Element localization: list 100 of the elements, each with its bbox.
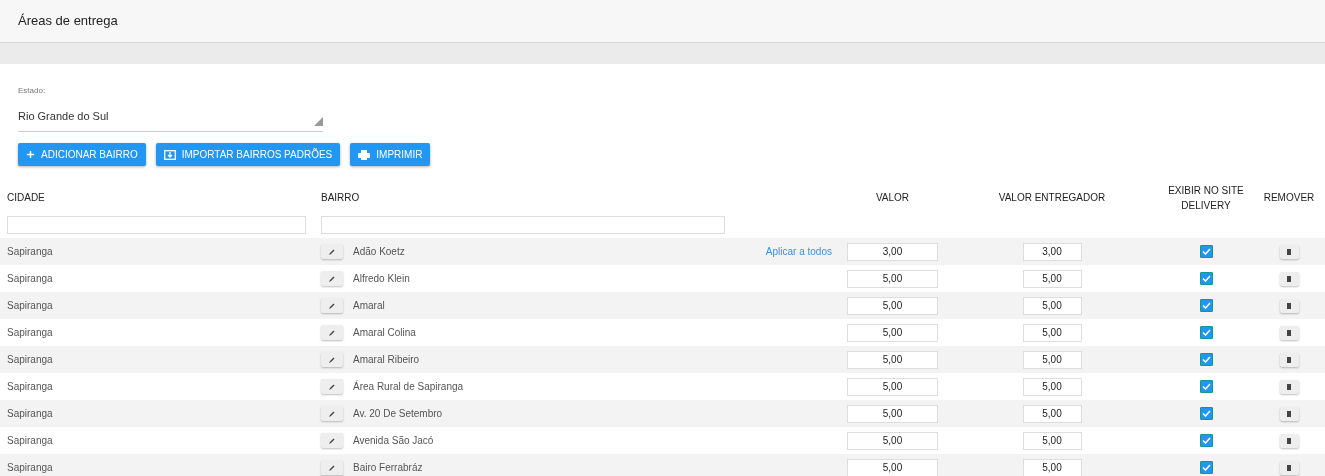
remove-button[interactable] [1279,325,1299,340]
trash-icon [1287,275,1291,282]
check-icon [1201,302,1211,309]
column-header: REMOVER [1262,191,1316,205]
price-field[interactable]: 5,00 [847,350,938,369]
price-field[interactable]: 5,00 [847,296,938,315]
trash-icon [1287,302,1291,309]
check-icon [1201,356,1211,363]
neighborhood-cell-text: Bairo Ferrabráz [353,461,423,475]
filter-field[interactable] [321,216,725,234]
price-field[interactable]: 5,00 [847,431,938,450]
city-cell-text: Sapiranga [6,461,54,475]
courier-price-field[interactable]: 5,00 [1022,377,1082,396]
edit-button[interactable] [321,271,343,286]
checkbox[interactable] [1199,299,1213,312]
column-header: EXIBIR NO SITE DELIVERY [1167,183,1245,213]
edit-button[interactable] [321,244,343,259]
city-cell-text: Sapiranga [6,380,54,394]
price-field[interactable]: 3,00 [847,242,938,261]
city-cell-text: Sapiranga [6,272,54,286]
page-title: Áreas de entrega [18,12,118,31]
courier-price-field[interactable]: 5,00 [1022,404,1082,423]
courier-price-field[interactable]: 5,00 [1022,269,1082,288]
check-icon [1201,329,1211,336]
dropdown-triangle-icon [314,117,323,126]
courier-price-field[interactable]: 3,00 [1022,242,1082,261]
pencil-icon [329,410,335,417]
select-value: Rio Grande do Sul [18,110,109,122]
pencil-icon [329,248,335,255]
check-icon [1201,410,1211,417]
checkbox[interactable] [1199,434,1213,447]
edit-button[interactable] [321,379,343,394]
check-icon [1201,437,1211,444]
neighborhood-cell-text: Av. 20 De Setembro [353,407,443,421]
state-select[interactable]: Estado: Rio Grande do Sul [18,85,323,132]
trash-icon [1287,248,1291,255]
checkbox[interactable] [1199,407,1213,420]
trash-icon [1287,464,1291,471]
checkbox[interactable] [1199,326,1213,339]
edit-button[interactable] [321,406,343,421]
neighborhood-cell-text: Amaral Ribeiro [353,353,420,367]
check-icon [1201,248,1211,255]
edit-button[interactable] [321,433,343,448]
price-field[interactable]: 5,00 [847,377,938,396]
checkbox[interactable] [1199,353,1213,366]
column-header: CIDADE [6,191,46,205]
remove-button[interactable] [1279,379,1299,394]
neighborhood-cell: Área Rural de Sapiranga [353,379,464,394]
courier-price-field[interactable]: 5,00 [1022,296,1082,315]
pencil-icon [329,302,335,309]
edit-button[interactable] [321,325,343,340]
check-icon [1201,275,1211,282]
neighborhood-cell-text: Avenida São Jacó [353,434,434,448]
plus-icon [26,150,35,159]
remove-button[interactable] [1279,433,1299,448]
checkbox[interactable] [1199,461,1213,474]
column-header: VALOR [874,191,911,205]
pencil-icon [329,356,335,363]
city-cell-text: Sapiranga [6,245,54,259]
remove-button[interactable] [1279,244,1299,259]
courier-price-field[interactable]: 5,00 [1022,350,1082,369]
download-box-icon [163,149,176,160]
check-icon [1201,383,1211,390]
remove-button[interactable] [1279,271,1299,286]
neighborhood-cell-text: Adão Koetz [353,245,405,259]
check-icon [1201,464,1211,471]
column-header: VALOR ENTREGADOR [997,191,1107,205]
courier-price-field[interactable]: 5,00 [1022,458,1082,476]
remove-button[interactable] [1279,460,1299,475]
pencil-icon [329,437,335,444]
remove-button[interactable] [1279,298,1299,313]
pencil-icon [329,329,335,336]
price-field[interactable]: 5,00 [847,269,938,288]
edit-button[interactable] [321,460,343,475]
pencil-icon [329,383,335,390]
trash-icon [1287,329,1291,336]
trash-icon [1287,383,1291,390]
city-cell-text: Sapiranga [6,299,54,313]
city-cell-text: Sapiranga [6,434,54,448]
neighborhood-cell-text: Alfredo Klein [353,272,410,286]
neighborhood-cell-text: Amaral Colina [353,326,416,340]
remove-button[interactable] [1279,352,1299,367]
price-field[interactable]: 5,00 [847,404,938,423]
checkbox[interactable] [1199,245,1213,258]
pencil-icon [329,464,335,471]
edit-button[interactable] [321,298,343,313]
column-header: BAIRRO [320,191,361,205]
checkbox[interactable] [1199,380,1213,393]
trash-icon [1287,437,1291,444]
city-cell-text: Sapiranga [6,353,54,367]
remove-button[interactable] [1279,406,1299,421]
courier-price-field[interactable]: 5,00 [1022,323,1082,342]
checkbox[interactable] [1199,272,1213,285]
price-field[interactable]: 5,00 [847,458,938,476]
field-label: Estado: [18,85,47,97]
price-field[interactable]: 5,00 [847,323,938,342]
edit-button[interactable] [321,352,343,367]
trash-icon [1287,356,1291,363]
filter-field[interactable] [7,216,306,234]
courier-price-field[interactable]: 5,00 [1022,431,1082,450]
